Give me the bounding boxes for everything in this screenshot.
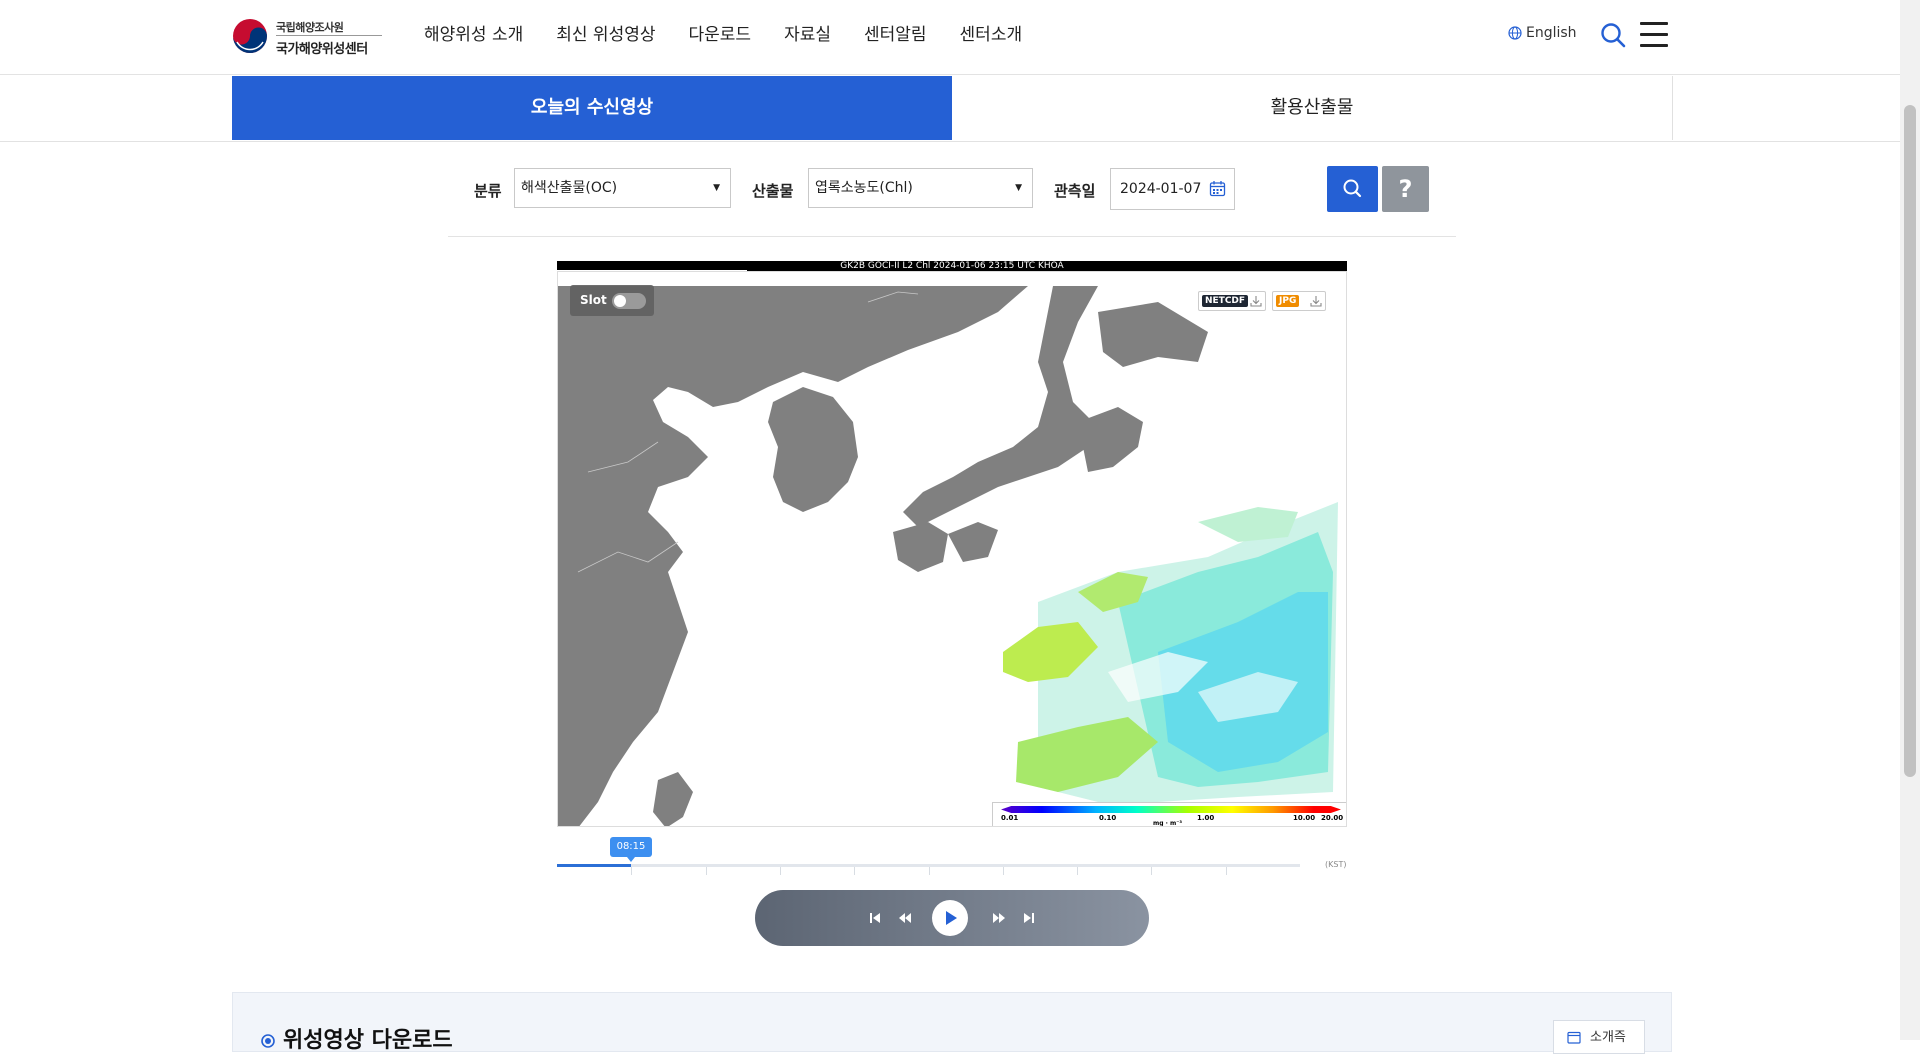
calendar-icon[interactable] <box>1209 180 1226 197</box>
colorbar-tick: 20.00 <box>1321 814 1344 822</box>
date-label: 관측일 <box>1054 182 1096 200</box>
netcdf-label: NETCDF <box>1202 295 1249 307</box>
timeline-tick <box>631 867 632 875</box>
help-button[interactable]: ? <box>1382 166 1429 212</box>
play-icon <box>946 911 957 925</box>
search-button[interactable] <box>1327 166 1378 212</box>
radio-bullet-icon <box>261 1034 275 1048</box>
netcdf-download-button[interactable]: NETCDF <box>1198 291 1266 311</box>
main-nav: 해양위성 소개 최신 위성영상 다운로드 자료실 센터알림 센터소개 <box>424 20 1022 45</box>
nav-item-about[interactable]: 센터소개 <box>960 20 1023 45</box>
download-icon <box>1310 296 1322 307</box>
date-value: 2024-01-07 <box>1120 181 1202 197</box>
download-icon <box>1250 296 1262 307</box>
logo-center-name: 국가해양위성센터 <box>276 42 368 57</box>
nav-item-notices[interactable]: 센터알림 <box>864 20 927 45</box>
filter-divider <box>448 236 1456 237</box>
page-scrollbar[interactable] <box>1900 0 1920 1040</box>
taegeuk-logo-icon <box>233 19 267 53</box>
category-value: 해색산출물(OC) <box>521 180 618 196</box>
satellite-image[interactable]: Slot NETCDF JPG 0.01 0.10 1.00 10.00 20.… <box>557 271 1347 827</box>
timeline-progress <box>557 864 631 867</box>
search-icon <box>1343 179 1362 198</box>
colorbar-tick: 10.00 <box>1293 814 1316 822</box>
satellite-viewer: GK2B GOCI-II L2 Chl 2024-01-06 23:15 UTC… <box>557 261 1347 827</box>
timezone-label: (KST) <box>1325 860 1347 869</box>
fast-forward-icon[interactable] <box>989 908 1009 928</box>
intro-button-label: 소개즉 <box>1590 1030 1626 1045</box>
language-label: English <box>1526 25 1577 41</box>
jpg-download-button[interactable]: JPG <box>1272 291 1326 311</box>
skip-to-start-icon[interactable] <box>865 908 885 928</box>
colorbar-unit: mg · m⁻³ <box>1153 820 1183 827</box>
date-input[interactable]: 2024-01-07 <box>1110 168 1235 210</box>
play-button[interactable] <box>932 900 968 936</box>
nav-item-latest-images[interactable]: 최신 위성영상 <box>556 20 655 45</box>
colorbar-tick: 0.01 <box>1001 814 1019 822</box>
product-label: 산출물 <box>752 182 794 200</box>
timeline-tick <box>706 867 707 875</box>
download-section: 위성영상 다운로드 소개즉 <box>232 992 1672 1054</box>
jpg-label: JPG <box>1276 295 1300 307</box>
globe-icon <box>1508 26 1522 40</box>
timeline-tick <box>854 867 855 875</box>
playback-controls <box>755 890 1149 946</box>
skip-to-end-icon[interactable] <box>1019 908 1039 928</box>
timeline-tick <box>1151 867 1152 875</box>
category-select[interactable]: 해색산출물(OC) ▼ <box>514 168 731 208</box>
colorbar-tick: 0.10 <box>1099 814 1117 822</box>
slot-label: Slot <box>580 293 607 307</box>
logo-org-name: 국립해양조사원 <box>276 21 344 34</box>
current-time-badge: 08:15 <box>610 837 652 862</box>
calendar-icon <box>1567 1031 1581 1044</box>
intro-button[interactable]: 소개즉 <box>1553 1020 1645 1054</box>
slot-toggle[interactable] <box>612 293 646 309</box>
section-title: 위성영상 다운로드 <box>283 1028 453 1053</box>
timeline-tick <box>1077 867 1078 875</box>
caret-down-icon: ▼ <box>1015 183 1022 193</box>
nav-item-satellite-intro[interactable]: 해양위성 소개 <box>424 20 523 45</box>
logo-divider <box>276 35 382 36</box>
product-select[interactable]: 엽록소농도(Chl) ▼ <box>808 168 1033 208</box>
tab-products[interactable]: 활용산출물 <box>952 76 1672 140</box>
tab-today-images[interactable]: 오늘의 수신영상 <box>232 76 952 140</box>
tabs-divider <box>0 141 1900 142</box>
image-title: GK2B GOCI-II L2 Chl 2024-01-06 23:15 UTC… <box>840 261 1064 271</box>
view-tabs: 오늘의 수신영상 활용산출물 <box>232 76 1673 140</box>
timeline-tick <box>1226 867 1227 875</box>
rewind-icon[interactable] <box>895 908 915 928</box>
timeline-tick <box>929 867 930 875</box>
colorbar-legend: 0.01 0.10 1.00 10.00 20.00 mg · m⁻³ <box>992 802 1346 827</box>
site-logo[interactable]: 국립해양조사원 국가해양위성센터 <box>232 18 382 58</box>
scrollbar-thumb[interactable] <box>1904 105 1916 777</box>
timeline-tick <box>1003 867 1004 875</box>
site-header: 국립해양조사원 국가해양위성센터 해양위성 소개 최신 위성영상 다운로드 자료… <box>0 0 1900 75</box>
product-value: 엽록소농도(Chl) <box>815 180 913 196</box>
nav-item-archive[interactable]: 자료실 <box>784 20 831 45</box>
slot-control[interactable]: Slot <box>570 285 654 316</box>
nav-item-download[interactable]: 다운로드 <box>689 20 752 45</box>
category-label: 분류 <box>474 182 502 200</box>
chlorophyll-map <box>558 272 1346 826</box>
timeline-tick <box>780 867 781 875</box>
hamburger-menu-icon[interactable] <box>1640 22 1668 48</box>
search-icon[interactable] <box>1600 22 1626 48</box>
caret-down-icon: ▼ <box>713 183 720 193</box>
language-switch[interactable]: English <box>1508 25 1577 41</box>
colorbar-tick: 1.00 <box>1197 814 1215 822</box>
colorbar-gradient <box>1001 806 1341 813</box>
